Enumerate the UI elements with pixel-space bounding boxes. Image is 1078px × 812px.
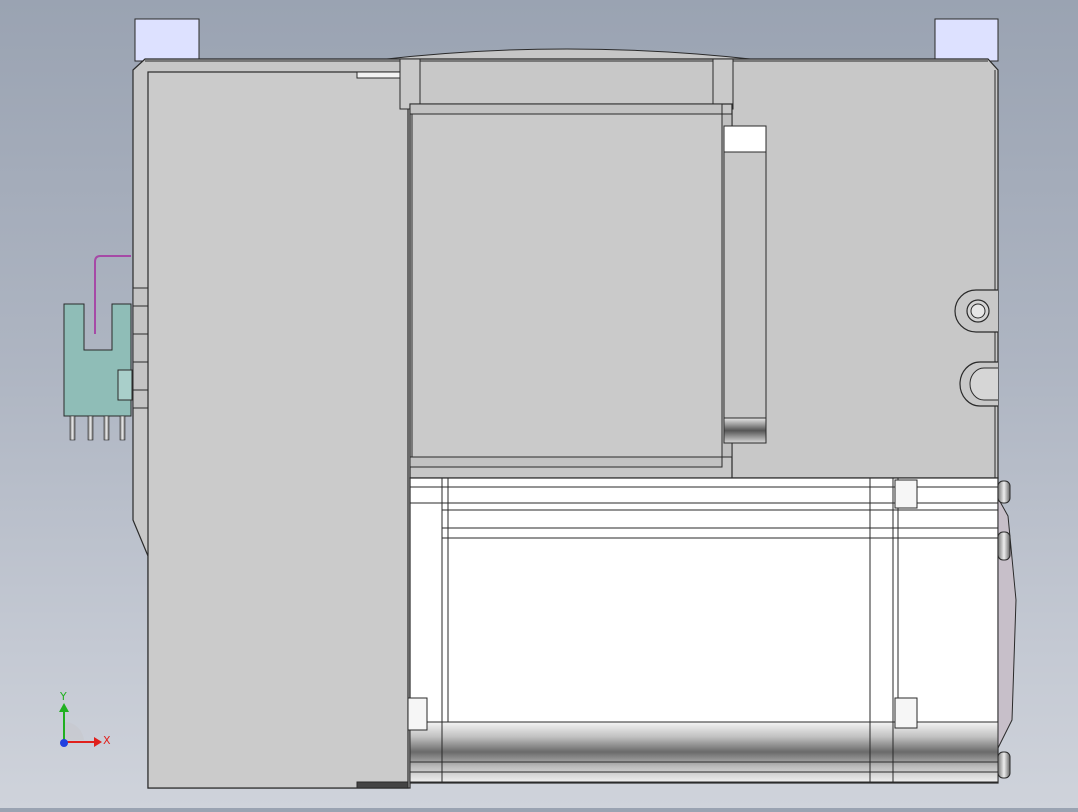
y-axis-arrow (59, 703, 69, 712)
side-plate-top-cap (723, 125, 767, 153)
clip-left (407, 697, 428, 731)
top-arc-edge (377, 48, 761, 61)
side-plate-bottom-cap (723, 417, 767, 444)
end-pin-3 (997, 751, 1011, 779)
model-drawing[interactable]: X Y (0, 0, 1078, 808)
cylinder-rod (409, 721, 999, 783)
x-axis-label: X (103, 734, 111, 747)
connector-latch (117, 369, 133, 401)
mounting-slot-lower[interactable] (959, 361, 998, 407)
mounting-hole-upper[interactable] (954, 289, 998, 333)
right-mount-bracket[interactable] (934, 18, 999, 62)
clip-bottom (894, 697, 918, 729)
left-mount-bracket[interactable] (134, 18, 200, 62)
side-plate (723, 125, 767, 444)
motor-bottom-flange (409, 456, 723, 468)
pillar-left (399, 58, 421, 110)
front-cover-panel[interactable] (147, 71, 409, 789)
triad-arc (64, 721, 84, 740)
connector-pins (69, 415, 126, 441)
y-axis-label: Y (59, 690, 67, 703)
clip-top (894, 479, 918, 509)
end-pin-1 (997, 480, 1011, 504)
pillar-right (712, 58, 734, 110)
cad-viewport[interactable]: X Y (0, 0, 1078, 808)
z-axis-dot (60, 739, 68, 747)
end-pin-2 (997, 531, 1011, 561)
coordinate-triad: X Y (59, 690, 111, 747)
x-axis-arrow (94, 737, 102, 747)
cover-bottom-tab (356, 781, 409, 789)
motor-face (411, 113, 723, 458)
motor-top-flange (409, 103, 723, 115)
